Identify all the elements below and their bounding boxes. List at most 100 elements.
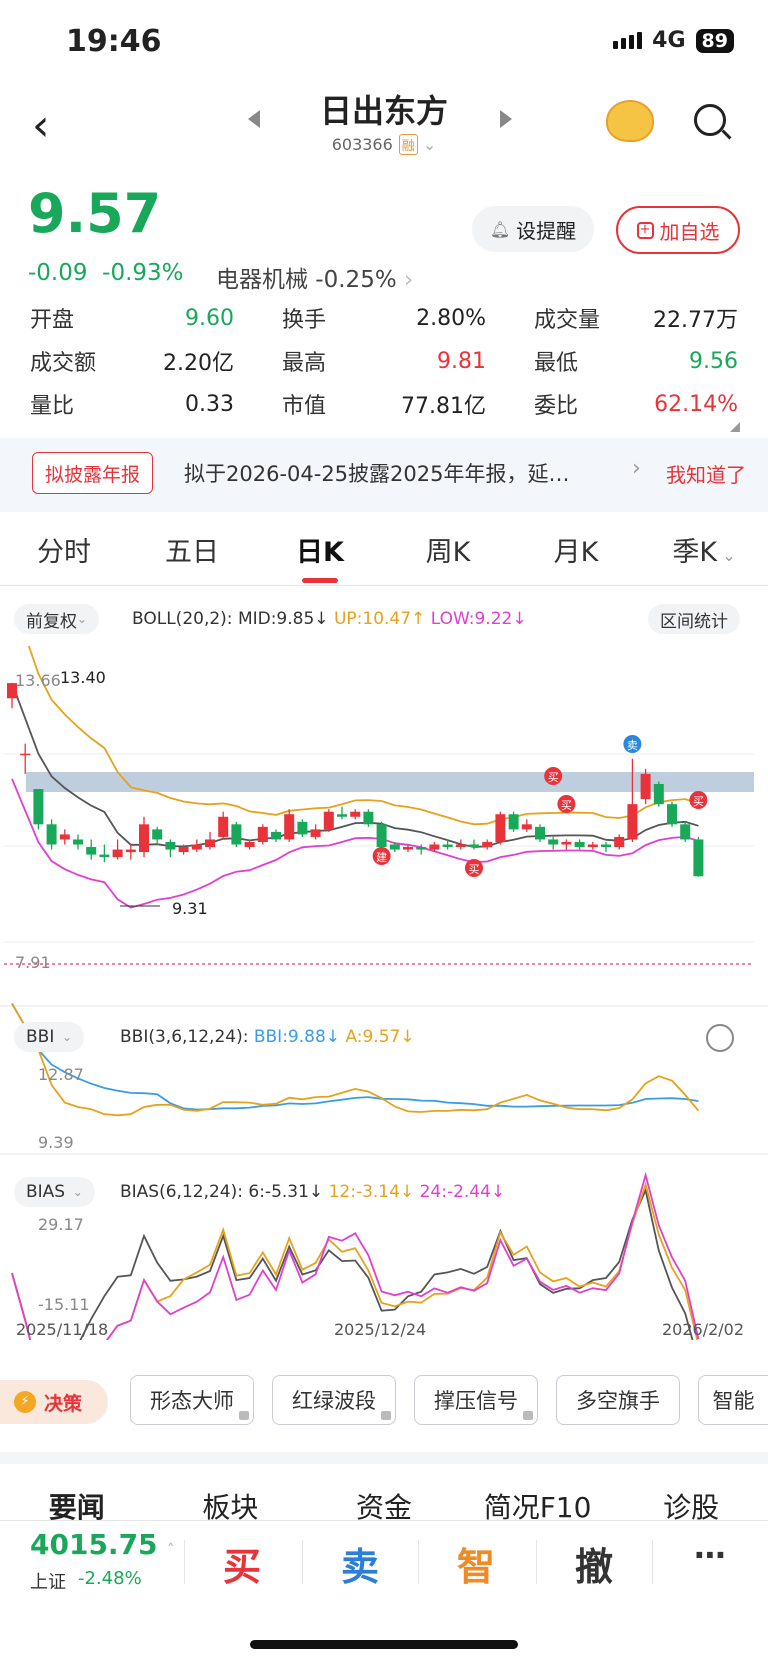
candle-body bbox=[46, 824, 57, 845]
candle-body bbox=[112, 849, 123, 858]
candle-body bbox=[601, 844, 611, 848]
bias-selector[interactable]: BIAS ⌄ bbox=[14, 1177, 95, 1207]
candle-body bbox=[99, 854, 110, 858]
chip-pattern-master[interactable]: 形态大师 bbox=[130, 1375, 254, 1425]
add-watchlist-button[interactable]: + 加自选 bbox=[616, 206, 740, 254]
divider bbox=[652, 1540, 653, 1584]
adjust-selector[interactable]: 前复权 ⌄ bbox=[14, 604, 100, 634]
bbi-selector[interactable]: BBI ⌄ bbox=[14, 1022, 85, 1052]
bias-12: 12:-3.14↓ bbox=[328, 1182, 415, 1202]
cancel-order-button[interactable]: 撤 bbox=[538, 1536, 650, 1591]
stat-label: 量比 bbox=[30, 394, 75, 419]
candle-body bbox=[640, 773, 651, 800]
date-middle: 2025/12/24 bbox=[334, 1320, 426, 1339]
decision-button[interactable]: ⚡︎ 决策 bbox=[0, 1380, 108, 1424]
search-icon[interactable] bbox=[694, 104, 726, 136]
tab-five-day[interactable]: 五日 bbox=[128, 530, 256, 569]
stat-label: 成交量 bbox=[534, 308, 601, 333]
candle-body bbox=[310, 829, 321, 837]
change-value: -0.09 bbox=[28, 260, 88, 286]
chip-smart[interactable]: 智能 bbox=[698, 1375, 768, 1425]
set-alert-label: 设提醒 bbox=[516, 218, 577, 243]
tab-quarterly-k[interactable]: 季K ⌄ bbox=[640, 530, 768, 569]
kline-chart[interactable]: 建买买买卖买 13.66 13.40 9.31 7.91 12.87 9.39 … bbox=[0, 646, 768, 1340]
settings-icon[interactable] bbox=[706, 1024, 734, 1052]
boll-mid-line bbox=[11, 682, 699, 848]
chevron-down-icon: ⌄ bbox=[717, 546, 736, 565]
signal-markers: 建买买买卖买 bbox=[372, 735, 708, 877]
chevron-down-icon: ⌄ bbox=[54, 1030, 73, 1044]
sell-button[interactable]: 卖 bbox=[304, 1536, 416, 1591]
stat-label: 最低 bbox=[534, 351, 579, 376]
sell-signal-label: 卖 bbox=[627, 739, 638, 752]
date-end: 2026/2/02 bbox=[662, 1320, 744, 1339]
stat-item: 开盘 9.60 bbox=[30, 302, 234, 334]
stat-label: 最高 bbox=[282, 351, 327, 376]
candle-body bbox=[152, 829, 163, 840]
chevron-down-icon[interactable]: ⌄ bbox=[423, 135, 436, 154]
sector-link[interactable]: 电器机械 -0.25% › bbox=[216, 260, 413, 294]
candle-body bbox=[442, 844, 453, 848]
tab-intraday[interactable]: 分时 bbox=[0, 530, 128, 569]
candle-body bbox=[469, 844, 479, 848]
bbi-pill-label: BBI bbox=[26, 1027, 55, 1047]
candle-body bbox=[178, 847, 189, 853]
candle-body bbox=[231, 824, 242, 845]
more-icon[interactable]: ⋯ bbox=[654, 1536, 766, 1574]
boll-upper-line bbox=[27, 646, 699, 826]
buy-signal-label: 买 bbox=[548, 771, 559, 784]
margin-badge: 融 bbox=[398, 134, 418, 155]
stat-item: 换手 2.80% bbox=[282, 302, 486, 334]
index-name: 上证 bbox=[30, 1572, 66, 1593]
candle-body bbox=[653, 783, 664, 805]
bbi-lines bbox=[11, 1003, 700, 1117]
notice-tag: 拟披露年报 bbox=[32, 452, 154, 494]
stat-label: 委比 bbox=[534, 394, 579, 419]
battery-icon: 89 bbox=[695, 28, 734, 53]
chip-red-green-wave[interactable]: 红绿波段 bbox=[272, 1375, 396, 1425]
stat-item: 委比 62.14% bbox=[534, 388, 738, 420]
smart-trade-button[interactable]: 智 bbox=[420, 1536, 532, 1591]
tab-monthly-k[interactable]: 月K bbox=[512, 530, 640, 569]
axis-low-label: 7.91 bbox=[15, 953, 51, 972]
stat-value: 9.56 bbox=[689, 348, 738, 374]
candle-body bbox=[455, 844, 466, 848]
quote-stats: 开盘 9.60 换手 2.80% 成交量 22.77万 成交额 2.20亿 最高 9.81 最低 9.… bbox=[30, 302, 738, 420]
candle-body bbox=[376, 824, 387, 848]
index-value[interactable]: 4015.75 ˄ bbox=[30, 1528, 174, 1561]
candle-body bbox=[416, 847, 427, 850]
range-stats-button[interactable]: 区间统计 bbox=[648, 604, 740, 634]
buy-signal-label: 买 bbox=[693, 795, 704, 808]
bias-bottom-label: -15.11 bbox=[38, 1295, 90, 1314]
section-gap bbox=[0, 1452, 768, 1464]
chevron-right-icon[interactable]: › bbox=[632, 456, 641, 481]
index-change: -2.48% bbox=[78, 1568, 142, 1589]
set-alert-button[interactable]: 🔔︎ 设提醒 bbox=[472, 206, 594, 252]
candle-body bbox=[337, 814, 347, 817]
chip-support-signal[interactable]: 撑压信号 bbox=[414, 1375, 538, 1425]
candle-body bbox=[403, 847, 413, 850]
candle-body bbox=[323, 811, 334, 830]
chip-bull-bear-flag[interactable]: 多空旗手 bbox=[556, 1375, 680, 1425]
boll-mid: MID:9.85↓ bbox=[237, 609, 329, 629]
bias12-line bbox=[11, 1181, 699, 1340]
next-stock-icon[interactable] bbox=[500, 110, 512, 128]
tab-weekly-k[interactable]: 周K bbox=[384, 530, 512, 569]
boll-low: LOW:9.22↓ bbox=[430, 609, 527, 629]
candle-body bbox=[257, 826, 268, 842]
candle-body bbox=[535, 826, 545, 840]
stat-value: 9.60 bbox=[185, 305, 234, 331]
notice-text[interactable]: 拟于2026-04-25披露2025年年报，延… bbox=[184, 458, 612, 488]
expand-corner-icon[interactable] bbox=[730, 422, 740, 432]
adjust-label: 前复权 bbox=[26, 611, 77, 632]
tab-daily-k[interactable]: 日K bbox=[256, 530, 384, 569]
stat-item: 成交量 22.77万 bbox=[534, 302, 738, 334]
stat-item: 成交额 2.20亿 bbox=[30, 345, 234, 377]
buy-button[interactable]: 买 bbox=[186, 1536, 298, 1591]
mascot-icon[interactable] bbox=[606, 100, 654, 142]
candle-body bbox=[693, 839, 704, 877]
boll-legend: BOLL(20,2): MID:9.85↓ UP:10.47↑ LOW:9.22… bbox=[132, 609, 527, 629]
candle-body bbox=[20, 753, 31, 756]
stat-label: 换手 bbox=[282, 308, 327, 333]
notice-dismiss-button[interactable]: 我知道了 bbox=[666, 459, 746, 488]
